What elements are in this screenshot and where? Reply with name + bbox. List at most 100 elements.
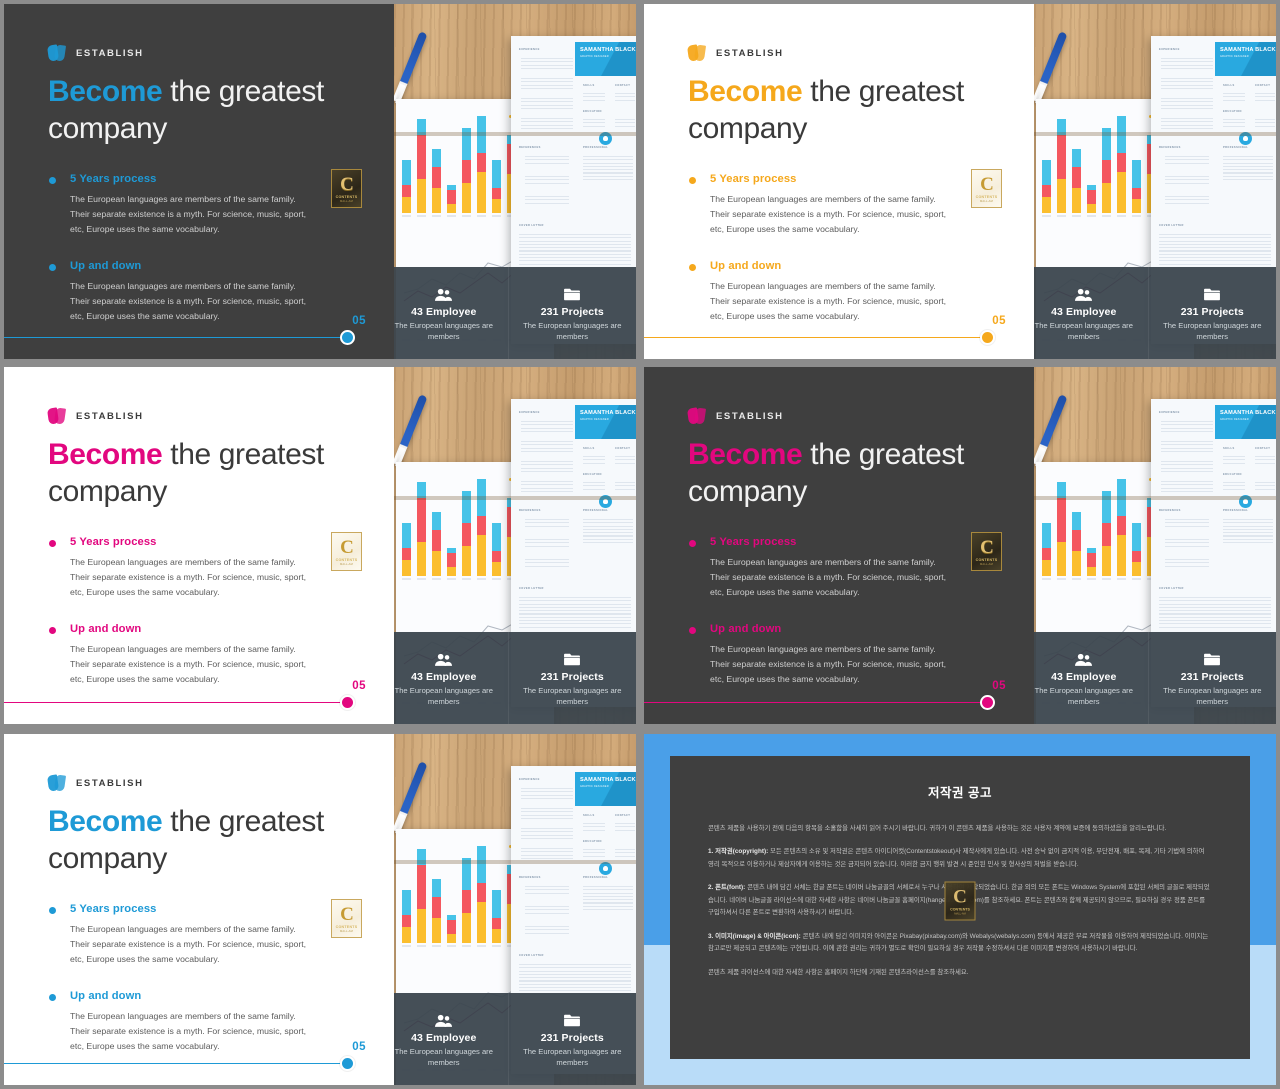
progress-knob[interactable]	[340, 695, 355, 710]
stat-value: 43 Employee	[1051, 670, 1117, 683]
resume-body-lines	[519, 597, 631, 630]
brand-name: ESTABLISH	[76, 47, 144, 59]
slide-light-blue[interactable]: ESTABLISH Become the greatest company 5 Ye…	[4, 734, 636, 1085]
chart-bar	[402, 890, 411, 943]
stat-value: 43 Employee	[411, 1031, 477, 1044]
resume-body-lines	[583, 156, 633, 182]
people-icon	[435, 1011, 453, 1027]
resume-section-label: PROFESSIONAL	[1223, 509, 1249, 512]
progress-line[interactable]	[4, 1063, 348, 1064]
leaf-logo-icon	[46, 43, 67, 62]
progress-knob[interactable]	[980, 330, 995, 345]
resume-section-label: REFERENCES	[1159, 146, 1181, 149]
gallery-cell: ESTABLISH Become the greatest company 5 Ye…	[640, 0, 1280, 363]
resume-role: GRAPHIC DESIGNER	[1220, 418, 1249, 422]
leaf-logo-icon	[686, 406, 707, 425]
brand-logo[interactable]: ESTABLISH	[46, 406, 394, 425]
seal-line-1: CONTENTS	[975, 194, 998, 199]
progress-knob[interactable]	[340, 330, 355, 345]
bullet-body: The European languages are members of th…	[70, 556, 307, 597]
brand-logo[interactable]: ESTABLISH	[686, 43, 1034, 62]
bullet-body: The European languages are members of th…	[70, 280, 307, 321]
seal-line-1: CONTENTS	[335, 924, 358, 929]
seal-line-1: CONTENTS	[335, 557, 358, 562]
resume-section-label: COVER LETTER	[1159, 587, 1184, 590]
stat-description: The European languages are members	[1034, 685, 1133, 706]
resume-section-label: SKILLS	[1223, 84, 1235, 87]
stats-overlay: ›43 EmployeeThe European languages are m…	[394, 993, 636, 1085]
stat-value: 231 Projects	[1180, 670, 1244, 683]
resume-body-lines	[521, 788, 573, 801]
slide-light-orange[interactable]: ESTABLISH Become the greatest company 5 Ye…	[644, 4, 1276, 359]
seal-line-2: MALL-AM	[340, 562, 353, 566]
brand-logo[interactable]: ESTABLISH	[46, 773, 394, 792]
slide-dark-pink[interactable]: ESTABLISH Become the greatest company 5 Ye…	[644, 367, 1276, 724]
chart-bar	[1102, 490, 1111, 576]
resume-section-label: COVER LETTER	[519, 954, 544, 957]
resume-body-lines	[521, 78, 573, 91]
brand-name: ESTABLISH	[76, 777, 144, 789]
gallery-cell: ESTABLISH Become the greatest company 5 Ye…	[640, 363, 1280, 730]
stat-description: The European languages are members	[523, 320, 622, 341]
resume-header: SAMANTHA BLACK GRAPHIC DESIGNER	[1215, 405, 1276, 439]
progress-knob[interactable]	[980, 695, 995, 710]
resume-header: SAMANTHA BLACK GRAPHIC DESIGNER	[1215, 42, 1276, 76]
resume-body-lines	[583, 823, 605, 833]
stat-card: 231 Projects The European languages are m…	[507, 993, 637, 1085]
progress-line[interactable]	[644, 702, 988, 703]
resume-body-lines	[583, 849, 605, 859]
resume-body-lines	[1223, 482, 1245, 492]
resume-section-label: EDUCATION	[583, 110, 602, 113]
headline-emphasis: Become	[48, 438, 163, 471]
bullet-title: Up and down	[710, 259, 782, 272]
progress-line[interactable]	[4, 702, 348, 703]
resume-section-label: COVER LETTER	[1159, 224, 1184, 227]
resume-body-lines	[525, 519, 569, 529]
resume-body-lines	[1161, 58, 1213, 71]
resume-body-lines	[583, 519, 633, 545]
page-title: Become the greatest company	[688, 74, 1034, 148]
resume-body-lines	[615, 482, 635, 492]
resume-body-lines	[583, 886, 633, 912]
stat-value: 231 Projects	[540, 1031, 604, 1044]
headline-emphasis: Become	[688, 438, 803, 471]
stat-card: 231 Projects The European languages are m…	[507, 267, 637, 359]
chart-bar	[432, 148, 441, 213]
progress-knob[interactable]	[340, 1056, 355, 1071]
stat-description: The European languages are members	[394, 1046, 493, 1067]
progress-line[interactable]	[4, 337, 348, 338]
page-title: Become the greatest company	[688, 437, 1034, 511]
resume-body-lines	[583, 456, 605, 466]
slide-copyright-notice[interactable]: 저작권 공고 콘텐츠 제품을 사용하기 전에 다음의 항목을 소홀함을 사세히 읽…	[644, 734, 1276, 1085]
resume-body-lines	[521, 808, 573, 821]
resume-body-lines	[583, 93, 605, 103]
resume-section-label: CONTACT	[615, 447, 631, 450]
folder-icon	[564, 285, 581, 301]
copyright-paragraph-label: 2. 폰트(font):	[708, 884, 746, 892]
seal-letter: C	[340, 173, 354, 195]
resume-body-lines	[1223, 119, 1245, 129]
progress-line[interactable]	[644, 337, 988, 338]
bullet-title: Up and down	[70, 622, 142, 635]
brand-logo[interactable]: ESTABLISH	[686, 406, 1034, 425]
chart-bar	[432, 511, 441, 576]
resume-header: SAMANTHA BLACK GRAPHIC DESIGNER	[575, 42, 636, 76]
resume-body-lines	[525, 906, 569, 916]
seal-letter: C	[340, 903, 354, 925]
slide-gallery: ESTABLISH Become the greatest company 5 Ye…	[0, 0, 1280, 1089]
stat-description: The European languages are members	[1034, 320, 1133, 341]
resume-body-lines	[1165, 519, 1209, 529]
stat-value: 43 Employee	[1051, 305, 1117, 318]
page-number: 05	[352, 1041, 366, 1053]
slide-light-pink[interactable]: ESTABLISH Become the greatest company 5 Ye…	[4, 367, 636, 724]
resume-section-label: EXPERIENCE	[519, 48, 540, 51]
slide-dark-blue[interactable]: ESTABLISH Become the greatest company 5 Ye…	[4, 4, 636, 359]
brand-logo[interactable]: ESTABLISH	[46, 43, 394, 62]
resume-body-lines	[615, 849, 635, 859]
seal-letter: C	[980, 536, 994, 558]
resume-body-lines	[1223, 519, 1273, 545]
chart-bar	[447, 548, 456, 576]
resume-section-label: CONTACT	[1255, 447, 1271, 450]
stat-value: 231 Projects	[540, 670, 604, 683]
resume-body-lines	[521, 98, 573, 111]
